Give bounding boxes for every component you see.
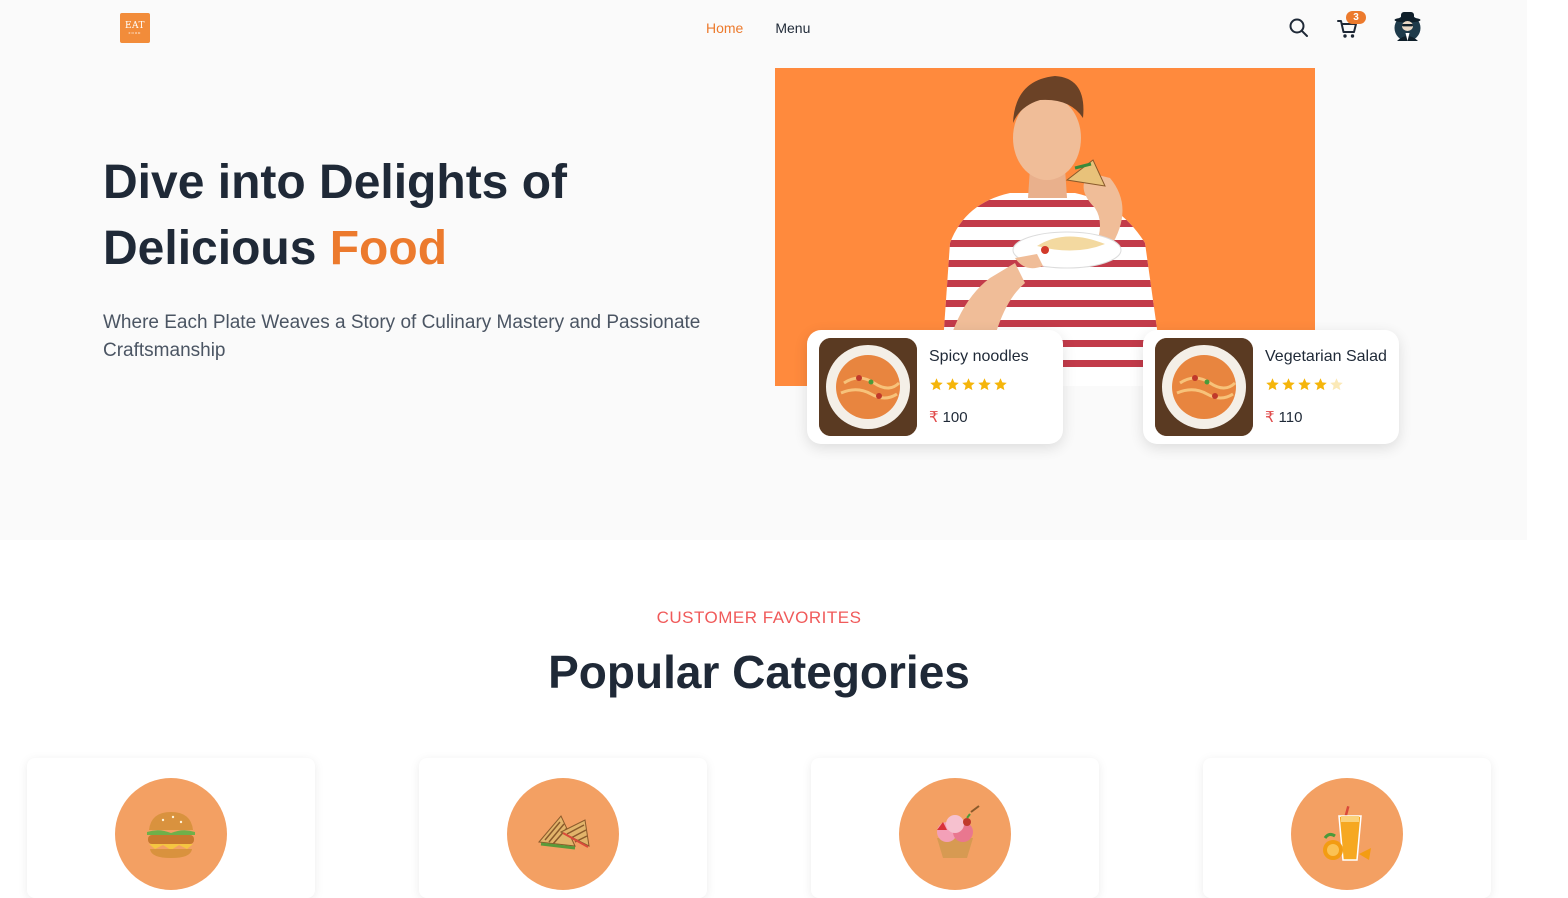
star-icon — [994, 378, 1007, 391]
hero-title: Dive into Delights of Delicious Food — [103, 150, 743, 282]
hero-subtitle: Where Each Plate Weaves a Story of Culin… — [103, 312, 701, 361]
category-icon-circle — [115, 778, 227, 890]
currency-symbol: ₹ — [929, 409, 939, 426]
category-icon-circle — [899, 778, 1011, 890]
logo[interactable]: EAT FOOD — [120, 13, 150, 43]
page-gutter — [1527, 0, 1568, 882]
logo-text: EAT — [124, 20, 146, 31]
juice-icon — [1323, 806, 1371, 861]
sandwich-icon — [538, 815, 590, 850]
search-icon — [1289, 18, 1308, 37]
category-card-drinks[interactable] — [1203, 758, 1491, 898]
nav-home-link[interactable]: Home — [706, 20, 743, 36]
dish-card-spicy-noodles[interactable]: Spicy noodles ₹100 — [807, 330, 1063, 444]
dish-name: Vegetarian Salad — [1265, 348, 1387, 365]
category-icon-circle — [1291, 778, 1403, 890]
category-card-dessert[interactable] — [811, 758, 1099, 898]
price-value: 110 — [1278, 409, 1303, 426]
main-nav: Home Menu — [706, 20, 810, 36]
category-card-burger[interactable] — [27, 758, 315, 898]
star-icon — [1266, 378, 1279, 391]
section-title: Popular Categories — [548, 646, 970, 698]
dish-card-vegetarian-salad[interactable]: Vegetarian Salad ₹110 — [1143, 330, 1399, 444]
hero-title-line2: Delicious — [103, 222, 330, 275]
star-icon — [946, 378, 959, 391]
hero-title-accent: Food — [329, 222, 448, 275]
star-icon — [978, 378, 991, 391]
star-icon — [1330, 378, 1343, 391]
section-eyebrow: CUSTOMER FAVORITES — [656, 608, 862, 627]
dish-price: ₹110 — [1265, 408, 1302, 426]
dish-name: Spicy noodles — [929, 348, 1029, 365]
avatar-icon — [1394, 12, 1421, 41]
dish-price: ₹100 — [929, 408, 968, 426]
search-button[interactable] — [1288, 17, 1310, 39]
currency-symbol: ₹ — [1265, 409, 1275, 426]
cart-count-badge: 3 — [1346, 11, 1366, 24]
rating-stars — [1265, 377, 1344, 392]
rating-stars — [929, 377, 1008, 392]
noodles-plate-icon — [1155, 338, 1253, 436]
star-icon — [930, 378, 943, 391]
category-card-sandwich[interactable] — [419, 758, 707, 898]
hero-title-line1: Dive into Delights of — [103, 156, 568, 209]
ice-cream-icon — [937, 805, 980, 858]
burger-icon — [147, 812, 195, 858]
logo-subtext: FOOD — [128, 30, 142, 35]
star-icon — [1314, 378, 1327, 391]
dish-image — [1155, 338, 1253, 436]
star-icon — [962, 378, 975, 391]
category-icon-circle — [507, 778, 619, 890]
price-value: 100 — [942, 409, 968, 426]
star-icon — [1298, 378, 1311, 391]
star-icon — [1282, 378, 1295, 391]
nav-menu-link[interactable]: Menu — [775, 20, 810, 36]
user-avatar[interactable] — [1393, 11, 1422, 43]
noodles-plate-icon — [819, 338, 917, 436]
dish-image — [819, 338, 917, 436]
